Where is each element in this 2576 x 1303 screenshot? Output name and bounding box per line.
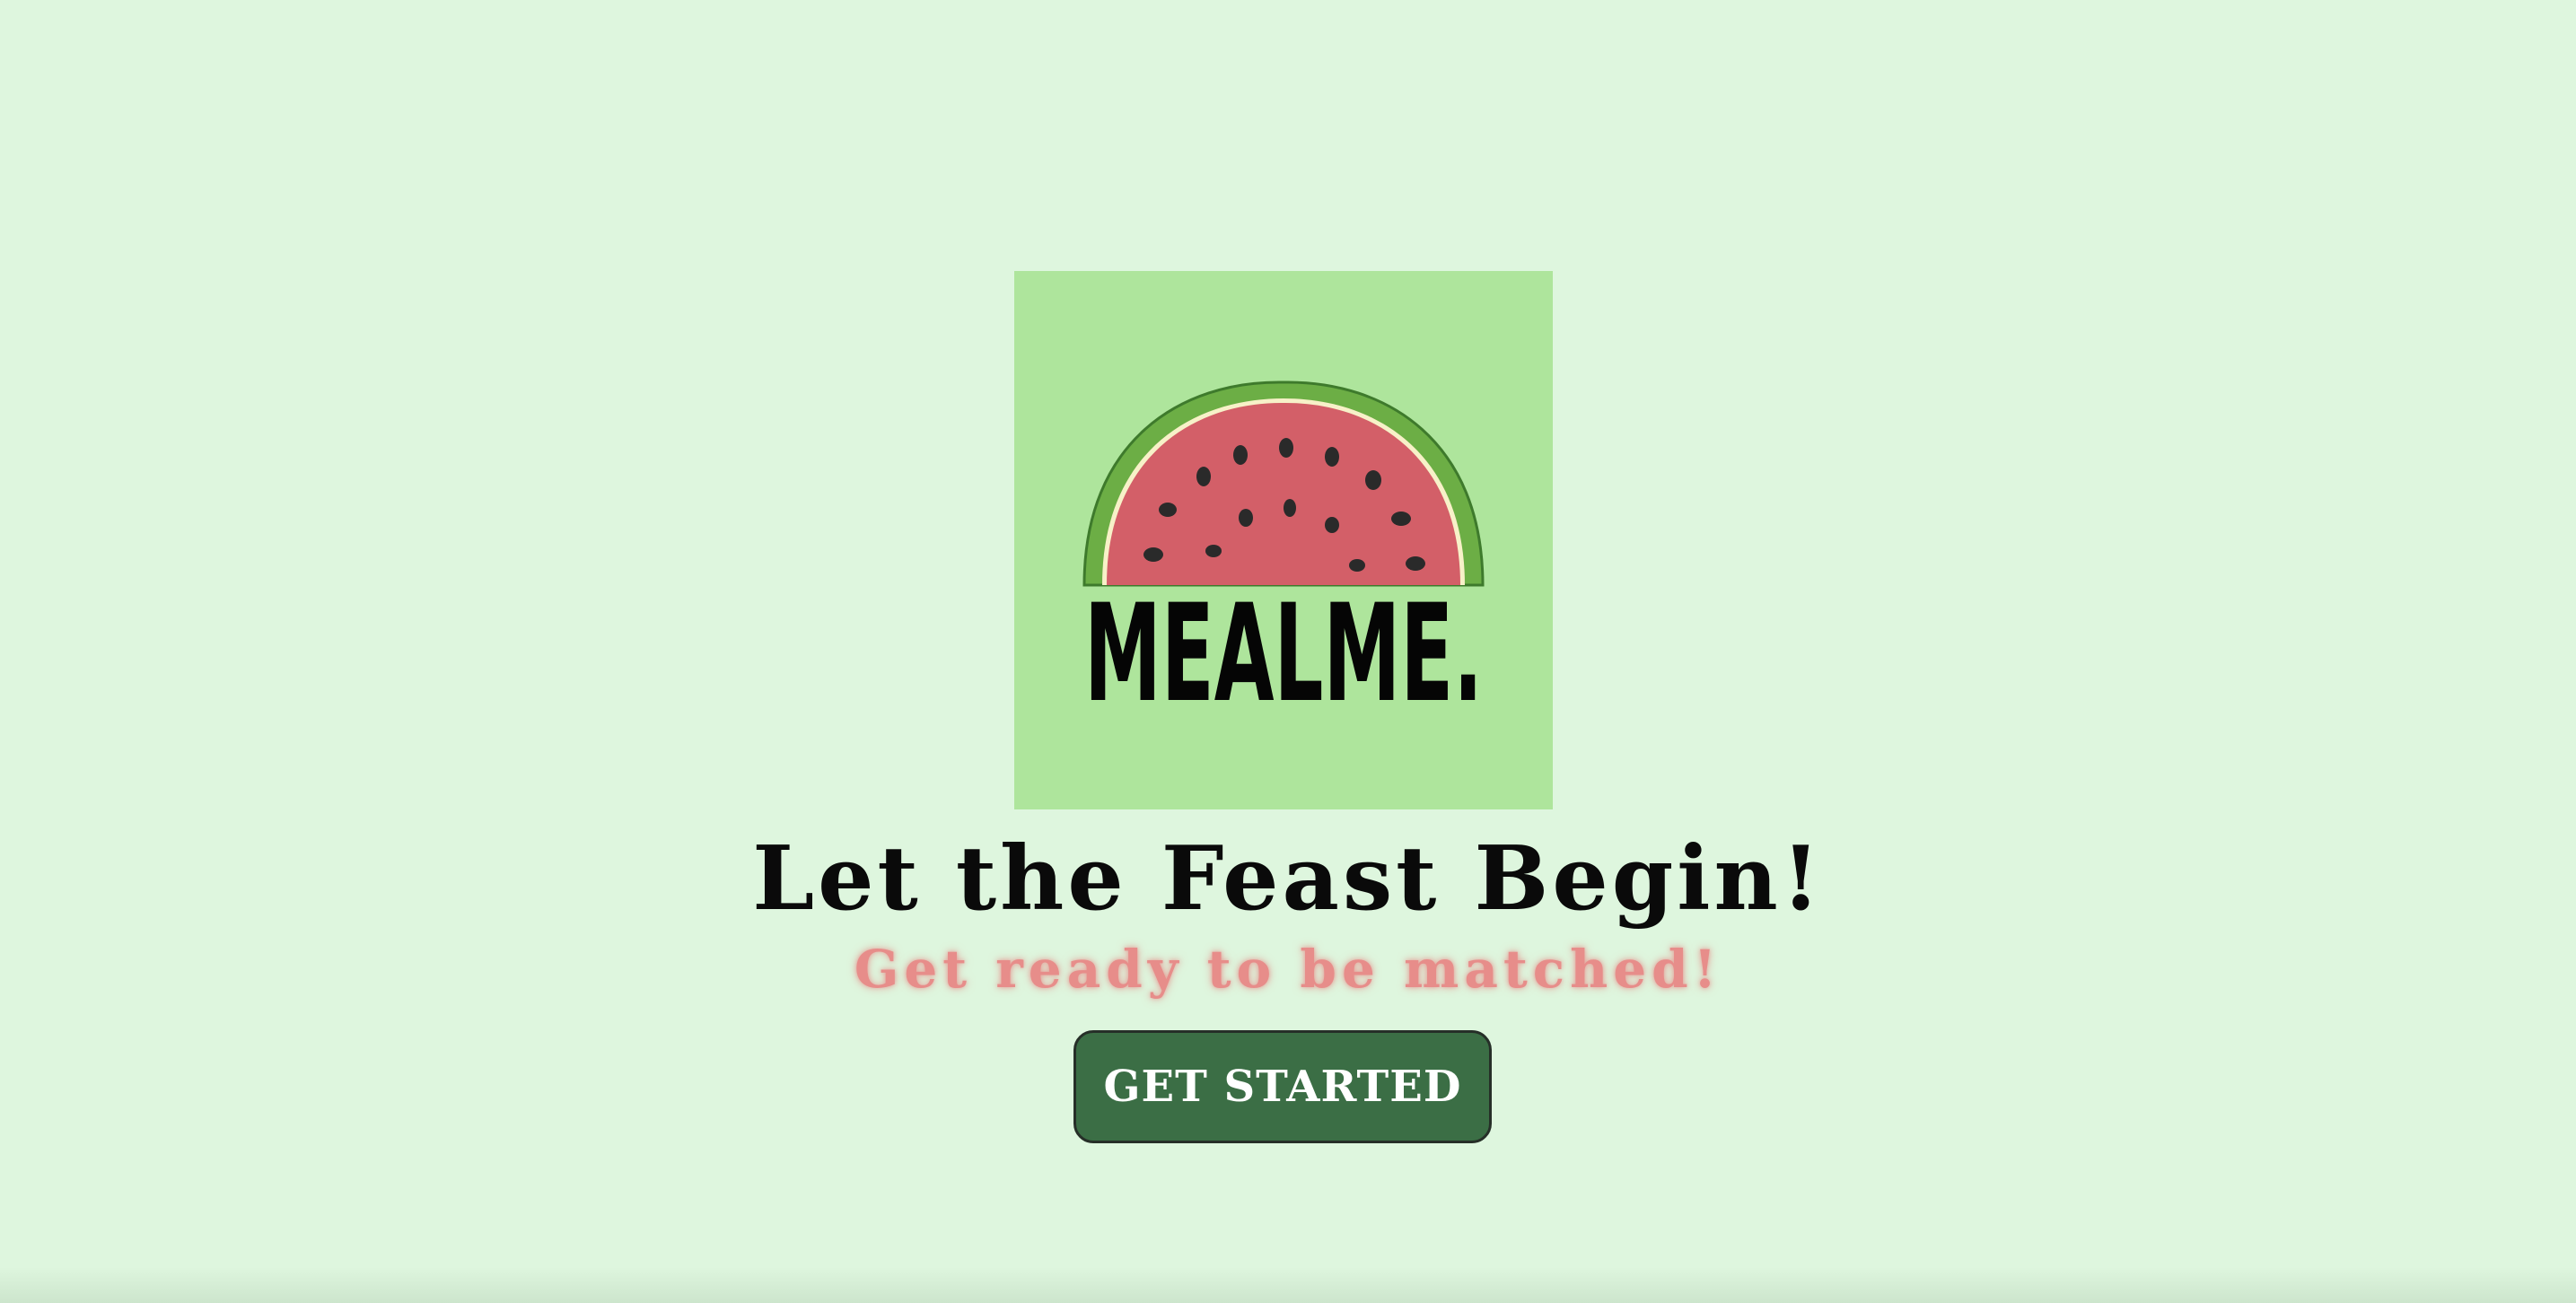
landing-page: MEALME. Let the Feast Begin! Get ready t…	[0, 0, 2576, 1303]
logo-wordmark: MEALME.	[1084, 576, 1483, 732]
logo-card: MEALME.	[1014, 271, 1553, 809]
page-title: Let the Feast Begin!	[752, 827, 1824, 931]
bottom-edge-shadow	[0, 1267, 2576, 1303]
page-subtitle: Get ready to be matched!	[854, 939, 1722, 1000]
get-started-button[interactable]: GET STARTED	[1073, 1030, 1492, 1143]
watermelon-slice-icon	[1082, 380, 1485, 587]
app-logo: MEALME.	[1082, 380, 1485, 732]
